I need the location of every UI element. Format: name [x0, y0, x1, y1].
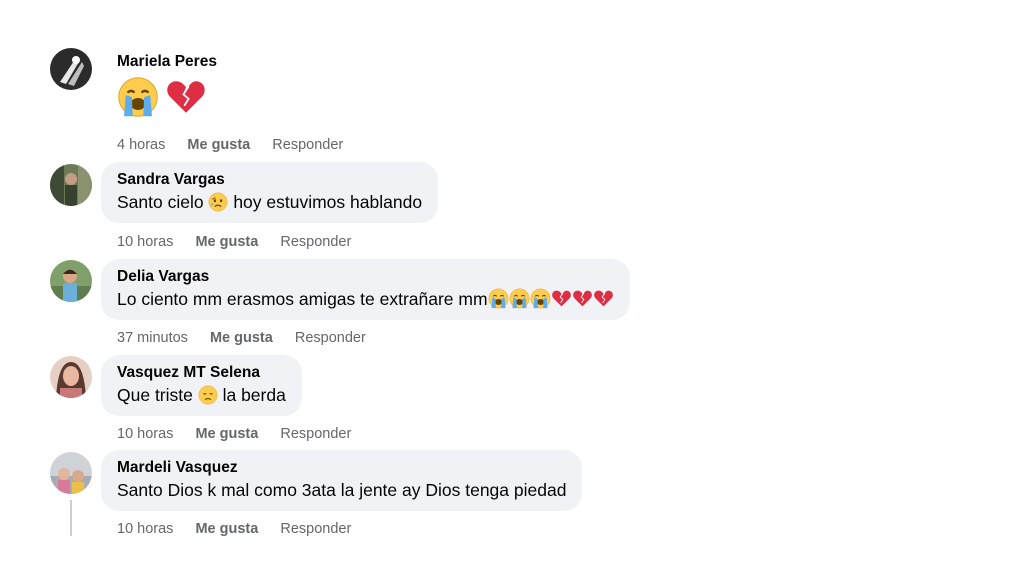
comment-timestamp[interactable]: 37 minutos: [117, 330, 188, 346]
disappointed-face-icon: [197, 385, 218, 405]
reply-button[interactable]: Responder: [280, 521, 351, 537]
comment-text-part: hoy estuvimos hablando: [228, 192, 423, 212]
reply-button[interactable]: Responder: [272, 137, 343, 153]
crying-face-icon: [529, 288, 551, 309]
comment-emoji-content: [117, 76, 217, 120]
comment-actions: 10 horas Me gusta Responder: [117, 426, 369, 442]
reply-button[interactable]: Responder: [280, 234, 351, 250]
avatar[interactable]: [50, 164, 92, 206]
like-button[interactable]: Me gusta: [195, 521, 258, 537]
comment-actions: 4 horas Me gusta Responder: [117, 137, 361, 153]
comment-author[interactable]: Mardeli Vasquez: [117, 458, 566, 478]
comment-author[interactable]: Mariela Peres: [117, 52, 217, 72]
like-button[interactable]: Me gusta: [195, 426, 258, 442]
avatar[interactable]: [50, 260, 92, 302]
comment-text-part: Santo cielo: [117, 192, 209, 212]
comment-author[interactable]: Delia Vargas: [117, 267, 614, 287]
crying-face-icon: [508, 288, 530, 309]
comment-text: Santo Dios k mal como 3ata la jente ay D…: [117, 480, 567, 500]
comment-text: Santo cielo hoy estuvimos hablando: [117, 190, 422, 214]
comment-bubble: Vasquez MT Selena Que triste la berda: [101, 355, 302, 416]
avatar[interactable]: [50, 48, 92, 90]
crying-face-icon: [487, 288, 509, 309]
comment-actions: 10 horas Me gusta Responder: [117, 521, 369, 537]
comment-text-part: Que triste: [117, 385, 198, 405]
avatar[interactable]: [50, 452, 92, 494]
comment-actions: 37 minutos Me gusta Responder: [117, 330, 384, 346]
comment-timestamp[interactable]: 4 horas: [117, 137, 165, 153]
broken-heart-icon: [166, 80, 207, 114]
comment-text-part: Lo ciento mm erasmos amigas te extrañare…: [117, 289, 488, 309]
crying-face-icon: [117, 76, 159, 118]
reply-thread-line: [70, 500, 72, 536]
comment-bubble: Delia Vargas Lo ciento mm erasmos amigas…: [101, 259, 630, 320]
comment-text-part: la berda: [217, 385, 286, 405]
comment-actions: 10 horas Me gusta Responder: [117, 234, 369, 250]
broken-heart-icon: [551, 290, 571, 307]
broken-heart-icon: [593, 290, 613, 307]
like-button[interactable]: Me gusta: [195, 234, 258, 250]
comment-author[interactable]: Sandra Vargas: [117, 170, 422, 190]
comment-bubble: Mariela Peres: [101, 52, 233, 120]
comment-bubble: Sandra Vargas Santo cielo hoy estuvimos …: [101, 162, 439, 223]
like-button[interactable]: Me gusta: [210, 330, 273, 346]
comment-timestamp[interactable]: 10 horas: [117, 426, 173, 442]
comment-text: Lo ciento mm erasmos amigas te extrañare…: [117, 287, 614, 311]
comment-bubble: Mardeli Vasquez Santo Dios k mal como 3a…: [101, 450, 583, 511]
sad-face-icon: [208, 192, 229, 212]
reply-button[interactable]: Responder: [280, 426, 351, 442]
comment-timestamp[interactable]: 10 horas: [117, 521, 173, 537]
reply-button[interactable]: Responder: [295, 330, 366, 346]
comments-list: Mariela Peres 4 horas Me gusta Responder…: [0, 0, 1024, 576]
broken-heart-icon: [572, 290, 592, 307]
like-button[interactable]: Me gusta: [187, 137, 250, 153]
comment-timestamp[interactable]: 10 horas: [117, 234, 173, 250]
comment-author[interactable]: Vasquez MT Selena: [117, 363, 286, 383]
avatar[interactable]: [50, 356, 92, 398]
comment-text: Que triste la berda: [117, 383, 286, 407]
